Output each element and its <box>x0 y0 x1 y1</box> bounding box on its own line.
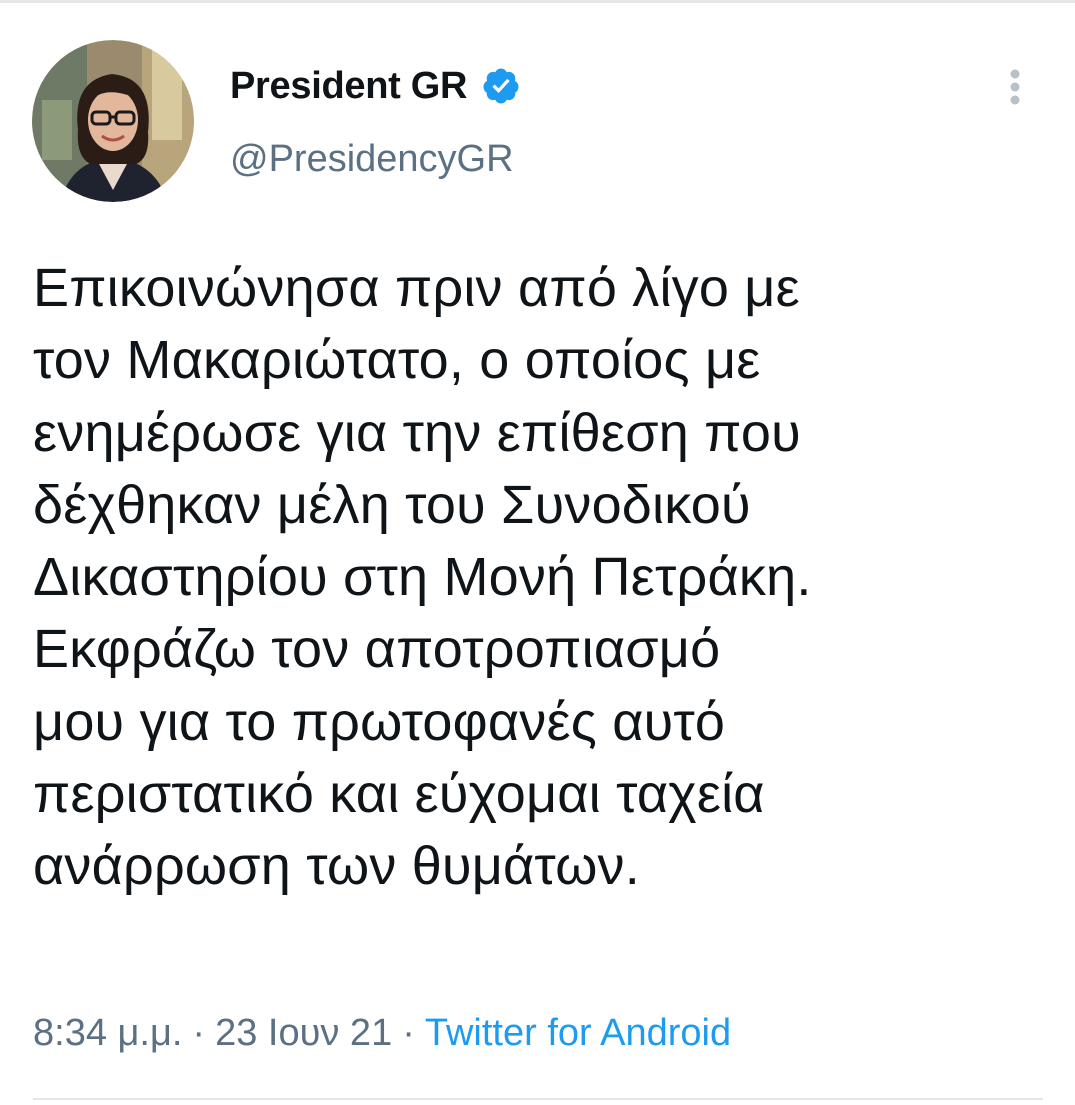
tweet-text-line: ανάρρωση των θυμάτων. <box>33 836 640 897</box>
tweet-text-line: τον Μακαριώτατο, ο οποίος με <box>33 330 761 391</box>
bottom-divider <box>33 1098 1043 1100</box>
author-handle[interactable]: @PresidencyGR <box>230 138 514 181</box>
tweet-text-line: Δικαστηρίου στη Μονή Πετράκη. <box>33 547 812 608</box>
verified-badge-icon <box>481 66 521 106</box>
tweet-text-line: Εκφράζω τον αποτροπιασμό <box>33 619 721 680</box>
meta-separator: · <box>192 1011 206 1054</box>
tweet-text-line: μου για το πρωτοφανές αυτό <box>33 691 726 752</box>
tweet-meta: 8:34 μ.μ. · 23 Ιουν 21 · Twitter for And… <box>33 1008 731 1058</box>
tweet-text-line: Επικοινώνησα πριν από λίγο με <box>33 258 800 318</box>
tweet-text-line: περιστατικό και εύχομαι ταχεία <box>33 764 765 825</box>
tweet-text-line: δέχθηκαν μέλη του Συνοδικού <box>33 474 751 535</box>
tweet-text-line: ενημέρωσε για την επίθεση που <box>33 402 801 463</box>
author-name-row[interactable]: President GR <box>230 62 521 110</box>
tweet-source-link[interactable]: Twitter for Android <box>425 1012 731 1055</box>
more-vertical-icon[interactable] <box>1000 66 1030 114</box>
tweet-date[interactable]: 23 Ιουν 21 <box>215 1012 392 1055</box>
author-display-name: President GR <box>230 64 468 107</box>
tweet-time[interactable]: 8:34 μ.μ. <box>33 1012 182 1055</box>
avatar[interactable] <box>32 40 194 202</box>
meta-separator: · <box>402 1011 415 1054</box>
top-divider <box>0 0 1075 3</box>
avatar-image <box>32 40 194 202</box>
tweet-text: Επικοινώνησα πριν από λίγο με τον Μακαρι… <box>33 252 1043 903</box>
